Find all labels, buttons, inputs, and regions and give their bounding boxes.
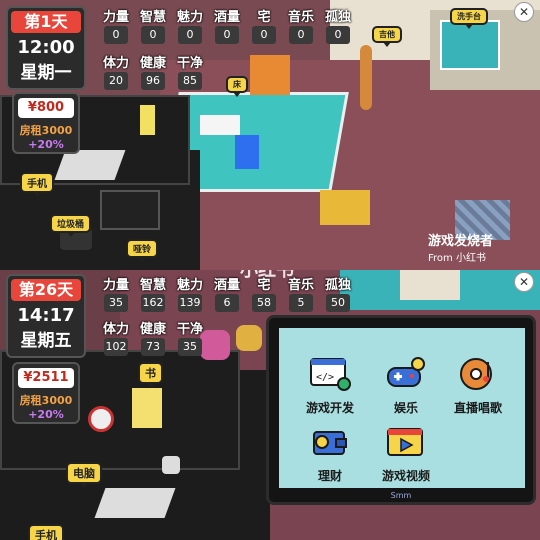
money-value: ¥2511	[18, 368, 74, 388]
stat-clean: 干净 85	[173, 52, 207, 90]
cardboard-box[interactable]	[320, 190, 370, 225]
bed-pillow	[200, 115, 240, 135]
wallet-icon	[313, 431, 347, 455]
rent-increase: +20%	[28, 408, 64, 421]
app-game-video[interactable]: 游戏视频	[373, 424, 439, 484]
guitar[interactable]	[360, 45, 372, 110]
books[interactable]	[132, 388, 162, 428]
rent-amount: 房租3000	[19, 124, 73, 137]
app-live-singing[interactable]: 直播唱歌	[445, 356, 511, 416]
money-value: ¥800	[18, 98, 74, 118]
stat-charm: 魅力 0	[173, 6, 207, 44]
tag-computer[interactable]: 电脑	[66, 462, 102, 488]
close-icon[interactable]: ✕	[514, 272, 534, 292]
stat-health: 健康 73	[136, 318, 170, 356]
date-time-panel: 第26天 14:17 星期五	[6, 274, 86, 358]
gamepad-icon	[387, 357, 425, 387]
tag-phone[interactable]: 手机	[28, 524, 64, 540]
laptop[interactable]	[94, 488, 176, 518]
video-play-icon	[387, 428, 423, 456]
stat-alcohol: 酒量 6	[210, 274, 244, 312]
stat-music: 音乐 0	[284, 6, 318, 44]
tag-washbasin[interactable]: 洗手台	[450, 8, 488, 29]
stat-stamina: 体力 102	[99, 318, 133, 356]
monitor-brand: Smm	[390, 491, 412, 500]
tag-phone[interactable]: 手机	[20, 172, 54, 197]
music-disc-icon	[460, 358, 492, 390]
watermark-brand: 小红书	[240, 270, 294, 281]
clock-time: 14:17	[17, 305, 75, 326]
watermark-from: From 小红书	[428, 253, 486, 264]
svg-text:</>: </>	[316, 372, 334, 383]
bed-blanket-figure	[235, 135, 259, 169]
stat-strength: 力量 35	[99, 274, 133, 312]
dresser[interactable]	[250, 55, 290, 95]
weekday: 星期一	[20, 63, 72, 83]
app-game-dev[interactable]: </> 游戏开发	[297, 356, 363, 416]
stat-loneliness: 孤独 0	[321, 6, 355, 44]
stat-strength: 力量 0	[99, 6, 133, 44]
tag-book[interactable]: 书	[138, 362, 163, 388]
watermark: 游戏发烧者 From 小红书	[428, 230, 493, 264]
stat-wisdom: 智慧 0	[136, 6, 170, 44]
cabinet[interactable]	[400, 270, 460, 300]
weekday: 星期五	[20, 331, 72, 351]
fan[interactable]	[88, 406, 114, 432]
stat-otaku: 宅0	[247, 6, 281, 44]
rent-increase: +20%	[28, 138, 64, 151]
day-counter: 第26天	[11, 279, 81, 301]
books-stack[interactable]	[140, 105, 155, 135]
stat-charm: 魅力 139	[173, 274, 207, 312]
tag-trash[interactable]: 垃圾桶	[50, 214, 92, 237]
flower-pot-2[interactable]	[236, 325, 262, 351]
date-time-panel: 第1天 12:00 星期一	[6, 6, 86, 90]
rent-amount: 房租3000	[19, 394, 73, 407]
tag-guitar[interactable]: 吉他	[372, 26, 402, 47]
money-panel: ¥800 房租3000 +20%	[12, 92, 80, 154]
tag-dumbbell[interactable]: 哑铃	[126, 239, 159, 262]
app-entertainment[interactable]: 娱乐	[373, 356, 439, 416]
laptop[interactable]	[54, 150, 126, 180]
computer-monitor: </> 游戏开发 娱乐 直播唱歌 理财 游戏视频 Smm	[266, 315, 536, 505]
stat-loneliness: 孤独 50	[321, 274, 355, 312]
day-counter: 第1天	[11, 11, 81, 33]
tag-bed[interactable]: 床	[226, 76, 248, 97]
mug[interactable]	[162, 456, 180, 474]
computer-screen: </> 游戏开发 娱乐 直播唱歌 理财 游戏视频	[279, 328, 525, 488]
close-icon[interactable]: ✕	[514, 2, 534, 22]
stat-stamina: 体力 20	[99, 52, 133, 90]
stat-clean: 干净 35	[173, 318, 207, 356]
code-gear-icon: </>	[310, 358, 351, 391]
money-panel: ¥2511 房租3000 +20%	[12, 362, 80, 424]
app-finance[interactable]: 理财	[297, 424, 363, 484]
clock-time: 12:00	[17, 37, 75, 58]
early-game-screenshot: 第1天 12:00 星期一 ¥800 房租3000 +20% 力量 0 智慧 0 魅…	[0, 0, 540, 270]
stat-health: 健康 96	[136, 52, 170, 90]
watermark-brand: 游戏发烧者	[428, 234, 494, 249]
stat-alcohol: 酒量 0	[210, 6, 244, 44]
stat-wisdom: 智慧 162	[136, 274, 170, 312]
dumbbell[interactable]	[100, 190, 160, 230]
